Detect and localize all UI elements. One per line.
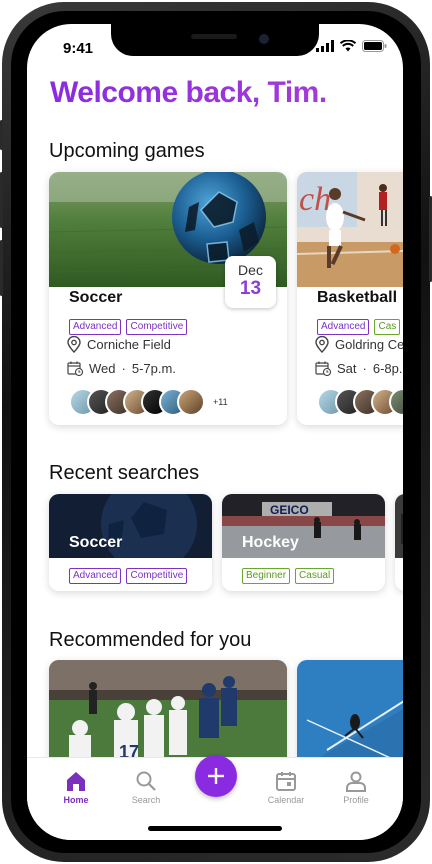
game-card-basketball[interactable]: ch Basketball Advanced Cas Goldring Ce S… <box>297 172 403 425</box>
date-badge: Dec 13 <box>225 256 276 308</box>
search-title: Soccer <box>69 534 123 551</box>
game-time-row: Wed · 5-7p.m. <box>67 361 176 376</box>
notch <box>111 24 319 56</box>
tag-level: Advanced <box>69 319 122 335</box>
football-image: 17 <box>49 660 287 770</box>
tennis-image <box>297 660 403 770</box>
wifi-icon <box>340 40 356 52</box>
add-game-button[interactable] <box>195 755 237 797</box>
tag-level: Advanced <box>69 568 122 584</box>
mute-switch <box>0 120 3 150</box>
tab-home[interactable]: Home <box>46 768 106 805</box>
welcome-heading: Welcome back, Tim. <box>50 76 327 109</box>
tab-calendar[interactable]: Calendar <box>256 768 316 805</box>
app-screen: 9:41 Welcome back, Tim. Upcoming games D… <box>27 24 403 840</box>
game-location: Goldring Ce <box>335 337 403 352</box>
upcoming-games-title: Upcoming games <box>49 140 205 162</box>
basketball-image: ch <box>297 172 403 287</box>
plus-icon <box>208 768 224 784</box>
game-location: Corniche Field <box>87 337 171 352</box>
search-title: Hockey <box>242 534 299 551</box>
search-icon <box>136 771 156 791</box>
status-time: 9:41 <box>63 40 94 57</box>
volume-down-button <box>0 240 3 296</box>
tab-search[interactable]: Search <box>116 768 176 805</box>
search-tags: Advanced Competitive <box>69 565 192 584</box>
game-location-row: Corniche Field <box>67 336 171 353</box>
participant-avatars[interactable] <box>317 388 403 416</box>
tag-style: Competitive <box>126 319 188 335</box>
game-day: Wed <box>89 361 116 376</box>
game-title: Soccer <box>69 289 123 306</box>
date-month: Dec <box>238 262 263 278</box>
extra-players-count: +11 <box>213 397 228 407</box>
volume-up-button <box>0 172 3 228</box>
tab-label: Search <box>131 795 161 805</box>
speaker-grill <box>191 34 237 39</box>
recommended-title: Recommended for you <box>49 629 252 651</box>
signal-icon <box>316 40 334 52</box>
recent-search-peek[interactable] <box>395 494 403 591</box>
tab-label: Profile <box>343 795 369 805</box>
recent-search-soccer[interactable]: Soccer Advanced Competitive <box>49 494 212 591</box>
game-title: Basketball <box>317 289 398 306</box>
tag-level: Advanced <box>317 319 370 335</box>
recommended-card-football[interactable]: 17 <box>49 660 287 770</box>
game-time: 5-7p.m. <box>131 361 176 376</box>
tab-label: Calendar <box>267 795 305 805</box>
tag-level: Beginner <box>242 568 291 584</box>
game-day: Sat <box>337 361 357 376</box>
home-indicator[interactable] <box>148 826 282 831</box>
svg-text:ch: ch <box>299 181 331 218</box>
participant-avatars[interactable]: +11 <box>69 388 228 416</box>
recommended-card-tennis[interactable] <box>297 660 403 770</box>
game-tags: Advanced Cas <box>317 316 403 335</box>
battery-icon <box>362 40 387 52</box>
calendar-clock-icon <box>67 361 83 376</box>
separator-dot: · <box>121 361 126 376</box>
game-location-row: Goldring Ce <box>315 336 403 353</box>
search-peek-image <box>395 494 403 558</box>
recent-searches-title: Recent searches <box>49 462 200 484</box>
calendar-icon <box>276 772 296 791</box>
calendar-clock-icon <box>315 361 331 376</box>
search-tags: Beginner Casual <box>242 565 339 584</box>
date-day: 13 <box>239 278 262 299</box>
game-time-row: Sat · 6-8p. <box>315 361 403 376</box>
tab-label: Home <box>63 795 89 805</box>
status-icons <box>316 40 387 52</box>
tab-profile[interactable]: Profile <box>326 768 386 805</box>
game-time: 6-8p. <box>372 361 403 376</box>
location-pin-icon <box>67 336 81 353</box>
separator-dot: · <box>362 361 367 376</box>
tag-style: Competitive <box>126 568 188 584</box>
home-icon <box>67 772 85 791</box>
game-card-soccer[interactable]: Dec 13 Soccer Advanced Competitive Cornic… <box>49 172 287 425</box>
location-pin-icon <box>315 336 329 353</box>
profile-icon <box>346 771 366 792</box>
tag-style: Casual <box>295 568 335 584</box>
front-camera <box>259 34 269 44</box>
tag-style: Cas <box>374 319 401 335</box>
game-tags: Advanced Competitive <box>69 316 192 335</box>
recent-search-hockey[interactable]: GEICO Hockey Beginner Casual <box>222 494 385 591</box>
avatar <box>177 388 205 416</box>
